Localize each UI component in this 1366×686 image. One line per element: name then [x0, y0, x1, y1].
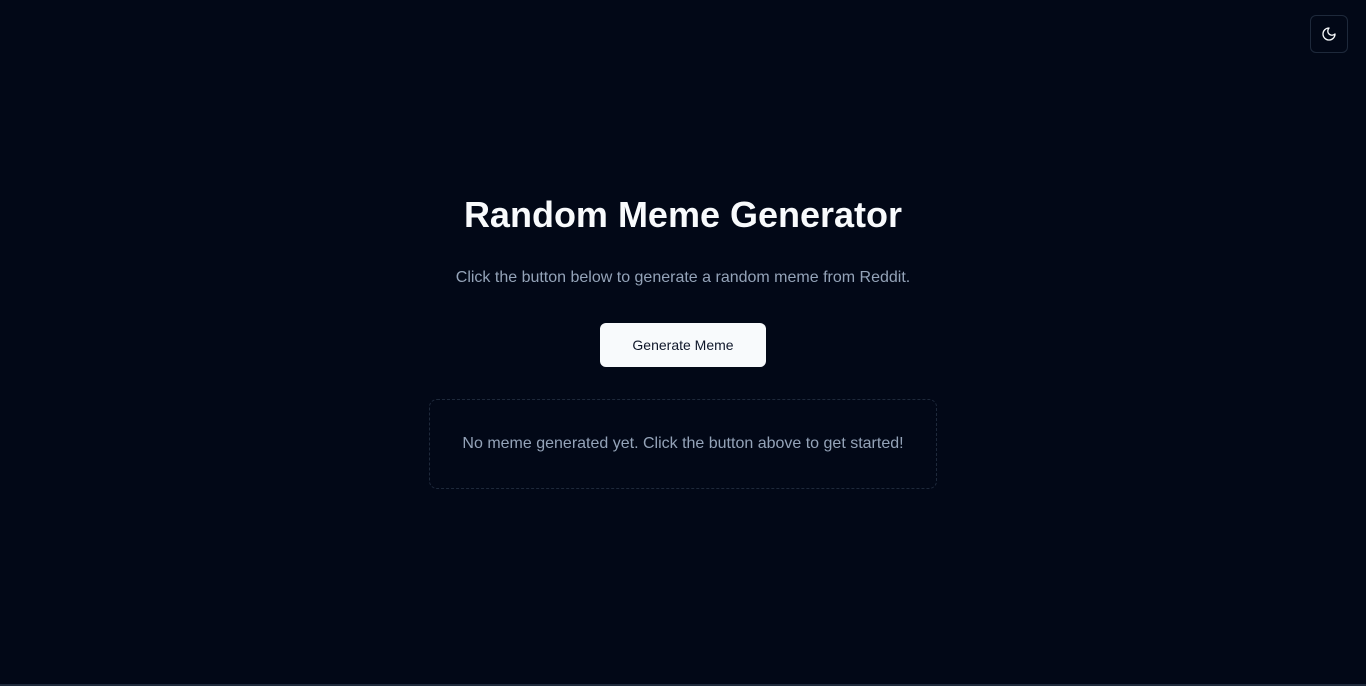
theme-toggle-button[interactable] — [1310, 15, 1348, 53]
page-subtitle: Click the button below to generate a ran… — [455, 269, 911, 286]
generate-meme-button[interactable]: Generate Meme — [600, 323, 766, 367]
meme-display-area: No meme generated yet. Click the button … — [429, 399, 937, 489]
moon-icon — [1321, 26, 1337, 42]
page-title: Random Meme Generator — [463, 194, 903, 235]
empty-state-message: No meme generated yet. Click the button … — [462, 435, 904, 452]
app-page: Random Meme Generator Click the button b… — [0, 0, 1366, 686]
